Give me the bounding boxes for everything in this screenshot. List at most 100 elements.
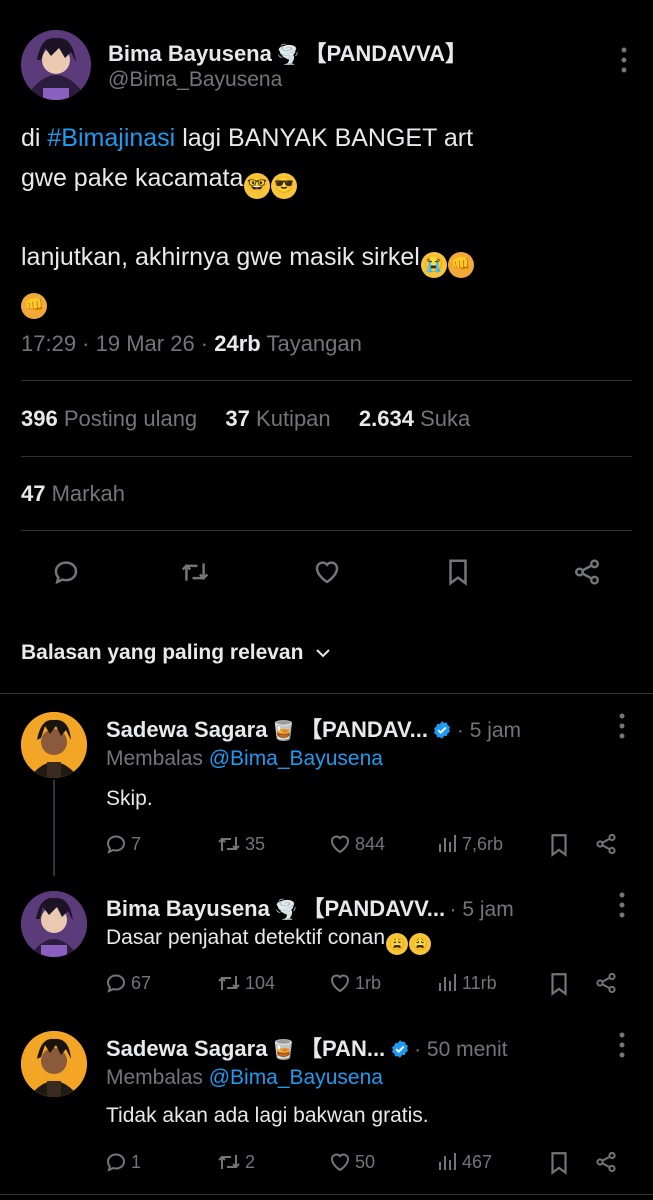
reply-author-name[interactable]: Sadewa Sagara	[106, 1036, 267, 1061]
bookmark-icon	[551, 834, 567, 857]
bookmark-icon	[551, 1152, 567, 1175]
reply-share-button[interactable]	[594, 1150, 618, 1174]
comment-count: 67	[131, 972, 152, 993]
quotes-label: Kutipan	[256, 406, 331, 431]
reply-bookmark-button[interactable]	[548, 971, 570, 997]
post-time[interactable]: 17:29	[21, 331, 76, 356]
post-text-line1-rest: lagi BANYAK BANGET art	[175, 124, 474, 152]
views-count: 7,6rb	[462, 833, 504, 854]
reply-like-button[interactable]: 50	[328, 1150, 375, 1174]
reply-comment-button[interactable]: 1	[104, 1150, 141, 1174]
like-count: 50	[355, 1151, 376, 1172]
reply-share-button[interactable]	[594, 971, 618, 995]
views-icon	[439, 1153, 456, 1170]
like-icon[interactable]	[310, 556, 344, 588]
like-count: 844	[355, 833, 386, 854]
reply-views-button[interactable]: 467	[437, 1150, 492, 1174]
bookmark-icon[interactable]	[442, 556, 474, 588]
reply-repost-button[interactable]: 104	[216, 971, 275, 995]
reply-views-button[interactable]: 11rb	[437, 971, 497, 995]
more-options-icon[interactable]	[612, 712, 632, 740]
post-text-prefix: di	[21, 124, 48, 152]
reply-author-suffix[interactable]: 【PAN...	[300, 1036, 385, 1061]
repost-icon[interactable]	[178, 556, 212, 588]
reply-comment-button[interactable]: 67	[104, 971, 151, 995]
share-icon[interactable]	[570, 556, 604, 588]
tornado-emoji: 🌪️	[274, 900, 298, 921]
more-options-icon[interactable]	[612, 1031, 632, 1059]
repost-count: 2	[245, 1151, 256, 1172]
reply-author-suffix[interactable]: 【PANDAVV...	[302, 896, 445, 921]
fist-emoji-2: 👊	[21, 293, 47, 319]
reply-repost-button[interactable]: 35	[216, 832, 265, 856]
replies-sort-dropdown[interactable]: Balasan yang paling relevan	[21, 641, 331, 665]
replying-to-handle[interactable]: @Bima_Bayusena	[209, 747, 383, 770]
post-text: di #Bimajinasi lagi BANYAK BANGET art gw…	[21, 118, 636, 319]
divider	[0, 1194, 653, 1195]
post-meta: 17:29 · 19 Mar 26 · 24rb Tayangan	[21, 331, 362, 356]
reply-avatar[interactable]	[21, 712, 87, 778]
share-icon	[596, 833, 616, 855]
verified-badge-icon	[434, 721, 451, 739]
bookmark-icon	[551, 973, 567, 996]
reply-time[interactable]: 5 jam	[470, 719, 521, 742]
nerd-face-emoji: 🤓	[244, 173, 271, 199]
likes-stat[interactable]: 2.634 Suka	[359, 406, 470, 431]
whiskey-emoji: 🥃	[271, 1040, 296, 1061]
replying-to-label: Membalas	[106, 747, 209, 770]
tornado-emoji: 🌪️	[276, 45, 300, 66]
hashtag-link[interactable]: #Bimajinasi	[47, 124, 175, 152]
reply-repost-button[interactable]: 2	[216, 1150, 255, 1174]
chevron-down-icon	[316, 649, 331, 658]
reply-bookmark-button[interactable]	[548, 832, 570, 858]
more-options-icon[interactable]	[612, 891, 632, 919]
repost-icon	[218, 976, 240, 990]
replying-to-handle[interactable]: @Bima_Bayusena	[209, 1066, 383, 1089]
like-count: 1rb	[355, 972, 382, 993]
reposts-stat[interactable]: 396 Posting ulang	[21, 406, 197, 431]
reply-author-suffix[interactable]: 【PANDAV...	[300, 717, 428, 742]
likes-count: 2.634	[358, 406, 414, 431]
views-label: Tayangan	[266, 331, 362, 356]
post-date[interactable]: 19 Mar 26	[96, 331, 195, 356]
quotes-count: 37	[225, 406, 250, 431]
quotes-stat[interactable]: 37 Kutipan	[225, 406, 330, 431]
reply-like-button[interactable]: 1rb	[328, 971, 381, 995]
divider	[0, 693, 653, 694]
divider	[21, 530, 632, 531]
bookmarks-count: 47	[21, 481, 46, 506]
bookmarks-stat[interactable]: 47 Markah	[21, 481, 125, 507]
reply-author-name[interactable]: Bima Bayusena	[106, 896, 270, 921]
reply-avatar[interactable]	[21, 891, 87, 957]
reply-author-name[interactable]: Sadewa Sagara	[106, 717, 267, 742]
share-icon	[596, 1151, 616, 1173]
reply-icon	[106, 974, 126, 993]
more-options-icon[interactable]	[612, 45, 636, 75]
author-name-suffix[interactable]: 【PANDAVVA】	[304, 41, 467, 66]
share-icon	[596, 972, 616, 994]
author-name[interactable]: Bima Bayusena	[108, 41, 272, 66]
reposts-count: 396	[21, 406, 58, 431]
reply-share-button[interactable]	[594, 832, 618, 856]
reply-bookmark-button[interactable]	[548, 1150, 570, 1176]
whiskey-emoji: 🥃	[271, 721, 296, 742]
reply-views-button[interactable]: 7,6rb	[437, 832, 503, 856]
likes-label: Suka	[420, 406, 471, 431]
reply-time[interactable]: 5 jam	[462, 898, 513, 921]
reply-avatar[interactable]	[21, 1031, 87, 1097]
reply-text-content: Dasar penjahat detektif conan	[106, 926, 386, 949]
reply-like-button[interactable]: 844	[328, 832, 385, 856]
reply-time[interactable]: 50 menit	[427, 1038, 508, 1061]
crying-face-emoji: 😭	[420, 252, 447, 278]
like-icon	[330, 835, 350, 854]
reply-text: Skip.	[106, 787, 153, 810]
reply-comment-button[interactable]: 7	[104, 832, 141, 856]
author-handle[interactable]: @Bima_Bayusena	[108, 68, 282, 92]
author-avatar[interactable]	[21, 30, 91, 100]
comment-count: 7	[131, 833, 142, 854]
repost-count: 35	[245, 833, 266, 854]
reply-icon[interactable]	[50, 556, 82, 588]
reply-icon	[106, 835, 126, 854]
post-text-line3: lanjutkan, akhirnya gwe masik sirkel	[21, 243, 420, 271]
replying-to-label: Membalas	[106, 1066, 209, 1089]
